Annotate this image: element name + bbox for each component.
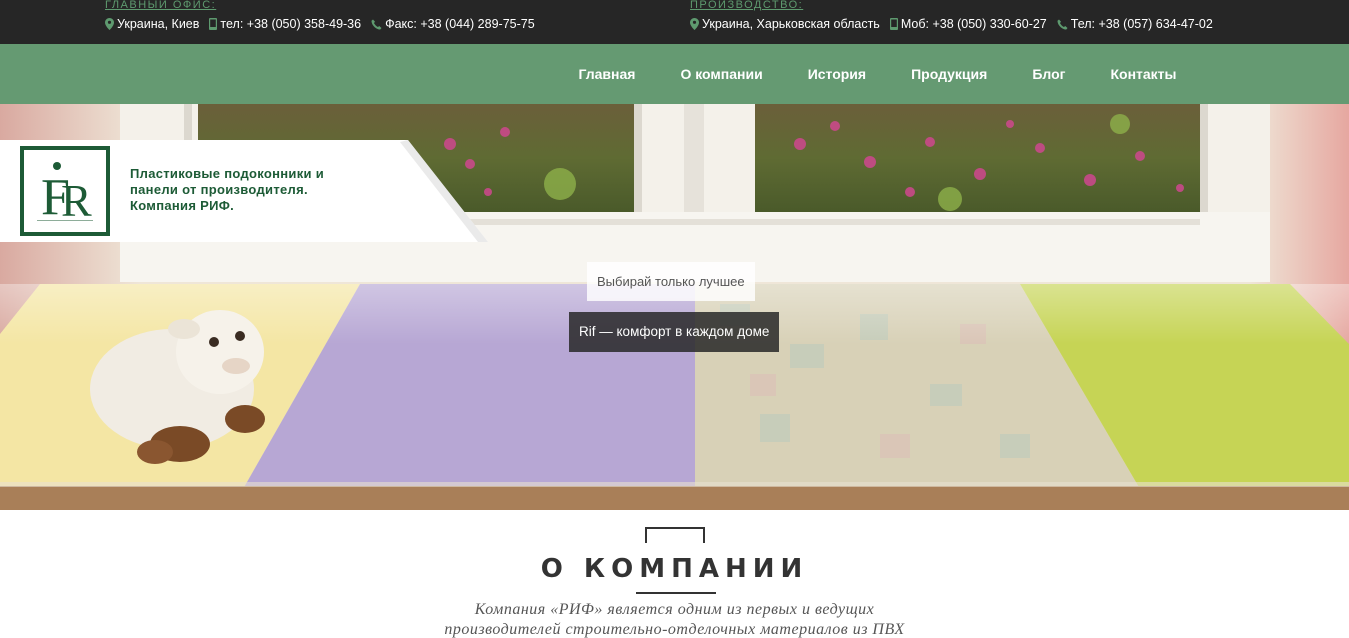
phone-handset-icon bbox=[1057, 19, 1068, 29]
logo-panel: F R Пластиковые подоконники и панели от … bbox=[0, 140, 488, 242]
main-office-block: ГЛАВНЫЙ ОФИС: Украина, Киев тел: +38 (05… bbox=[105, 0, 545, 31]
production-mobile[interactable]: Моб: +38 (050) 330-60-27 bbox=[901, 17, 1047, 31]
main-office-title[interactable]: ГЛАВНЫЙ ОФИС: bbox=[105, 0, 545, 11]
nav-item-blog[interactable]: Блог bbox=[1010, 66, 1088, 82]
location-pin-icon bbox=[105, 18, 114, 30]
svg-text:R: R bbox=[61, 175, 92, 224]
hero-slogan-secondary: Rif — комфорт в каждом доме bbox=[569, 312, 780, 352]
hero-slogan-primary: Выбирай только лучшее bbox=[587, 262, 755, 301]
main-office-location: Украина, Киев bbox=[117, 17, 200, 31]
mobile-phone-icon bbox=[889, 18, 898, 30]
about-section-title: О КОМПАНИИ bbox=[540, 554, 809, 584]
nav-item-history[interactable]: История bbox=[785, 66, 888, 82]
about-section-text: Компания «РИФ» является одним из первых … bbox=[0, 600, 1349, 638]
nav-item-products[interactable]: Продукция bbox=[889, 66, 1010, 82]
rif-monogram-logo: F R bbox=[37, 162, 93, 224]
title-underline bbox=[636, 592, 716, 594]
main-office-fax[interactable]: Факс: +38 (044) 289-75-75 bbox=[385, 17, 535, 31]
company-logo[interactable]: F R bbox=[20, 146, 110, 236]
about-text-line-1: Компания «РИФ» является одним из первых … bbox=[474, 601, 875, 618]
mobile-phone-icon bbox=[209, 18, 218, 30]
nav-item-home[interactable]: Главная bbox=[556, 66, 658, 82]
main-navigation-bar: Главная О компании История Продукция Бло… bbox=[0, 44, 1349, 104]
main-menu: Главная О компании История Продукция Бло… bbox=[556, 44, 1199, 104]
section-decoration-bracket bbox=[645, 527, 705, 543]
hero-slider[interactable]: F R Пластиковые подоконники и панели от … bbox=[0, 104, 1349, 510]
production-title[interactable]: ПРОИЗВОДСТВО: bbox=[690, 0, 1223, 11]
nav-item-about[interactable]: О компании bbox=[658, 66, 785, 82]
about-text-line-2: производителей строительно-отделочных ма… bbox=[444, 621, 905, 638]
main-office-phone[interactable]: тел: +38 (050) 358-49-36 bbox=[220, 17, 361, 31]
top-contact-bar: ГЛАВНЫЙ ОФИС: Украина, Киев тел: +38 (05… bbox=[0, 0, 1349, 44]
production-phone[interactable]: Тел: +38 (057) 634-47-02 bbox=[1071, 17, 1213, 31]
location-pin-icon bbox=[690, 18, 699, 30]
phone-handset-icon bbox=[371, 19, 382, 29]
company-tagline: Пластиковые подоконники и панели от прои… bbox=[130, 166, 325, 213]
nav-item-contacts[interactable]: Контакты bbox=[1088, 66, 1199, 82]
production-block: ПРОИЗВОДСТВО: Украина, Харьковская облас… bbox=[690, 0, 1223, 31]
production-location: Украина, Харьковская область bbox=[702, 17, 880, 31]
